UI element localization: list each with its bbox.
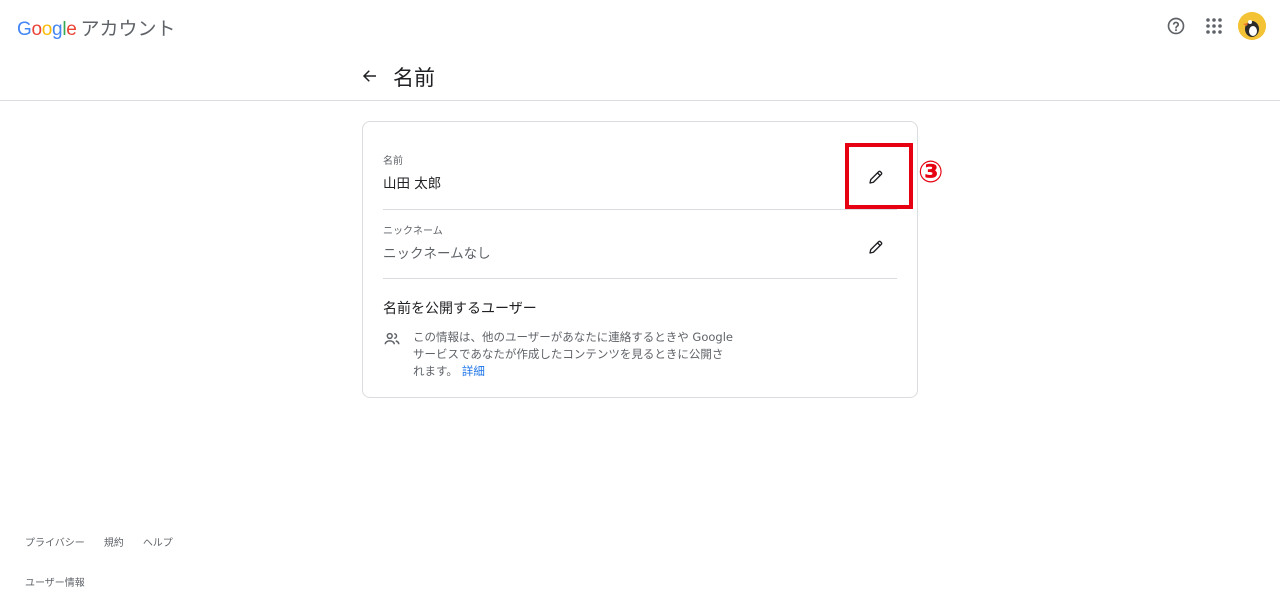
privacy-link[interactable]: プライバシー [25, 534, 85, 549]
google-wordmark: Google [17, 19, 77, 41]
pencil-icon [869, 240, 883, 254]
nickname-row[interactable]: ニックネーム ニックネームなし [383, 222, 897, 279]
top-icons [1152, 12, 1266, 40]
visibility-description: この情報は、他のユーザーがあなたに連絡するときや Google サービスであなた… [413, 329, 733, 380]
learn-more-link[interactable]: 詳細 [462, 364, 485, 378]
terms-link[interactable]: 規約 [104, 534, 124, 549]
highlight-box [845, 143, 913, 209]
name-card: 名前 山田 太郎 ニックネーム ニックネームなし 名前を公開するユーザー この情… [362, 121, 918, 398]
name-row[interactable]: 名前 山田 太郎 [383, 152, 897, 210]
edit-nickname-button[interactable] [863, 234, 889, 260]
nickname-value: ニックネームなし [383, 246, 491, 262]
avatar[interactable] [1238, 12, 1266, 40]
logo-letter: o [31, 19, 42, 40]
people-icon [384, 332, 400, 345]
footer-links: プライバシー 規約 ヘルプ [25, 534, 192, 549]
apps-icon[interactable] [1200, 12, 1228, 40]
user-info-link[interactable]: ユーザー情報 [25, 574, 85, 589]
page-title: 名前 [393, 66, 435, 90]
visibility-title: 名前を公開するユーザー [383, 301, 537, 317]
name-value: 山田 太郎 [383, 176, 442, 192]
google-account-logo[interactable]: Google アカウント [17, 14, 176, 41]
back-arrow-icon[interactable] [358, 64, 382, 88]
top-bar: Google アカウント [0, 0, 1280, 52]
page-header: 名前 [0, 52, 1280, 101]
help-icon[interactable] [1162, 12, 1190, 40]
logo-letter: e [66, 19, 77, 40]
logo-letter: G [17, 19, 32, 40]
visibility-body: この情報は、他のユーザーがあなたに連絡するときや Google サービスであなた… [383, 329, 897, 380]
step-number: ③ [918, 155, 944, 190]
visibility-text: この情報は、他のユーザーがあなたに連絡するときや Google サービスであなた… [413, 330, 733, 378]
nickname-label: ニックネーム [383, 226, 443, 237]
help-link[interactable]: ヘルプ [143, 534, 173, 549]
logo-letter: g [52, 19, 63, 40]
product-name: アカウント [80, 18, 176, 40]
visibility-section: 名前を公開するユーザー この情報は、他のユーザーがあなたに連絡するときや Goo… [383, 298, 897, 380]
logo-letter: o [41, 19, 53, 40]
name-label: 名前 [383, 156, 403, 167]
